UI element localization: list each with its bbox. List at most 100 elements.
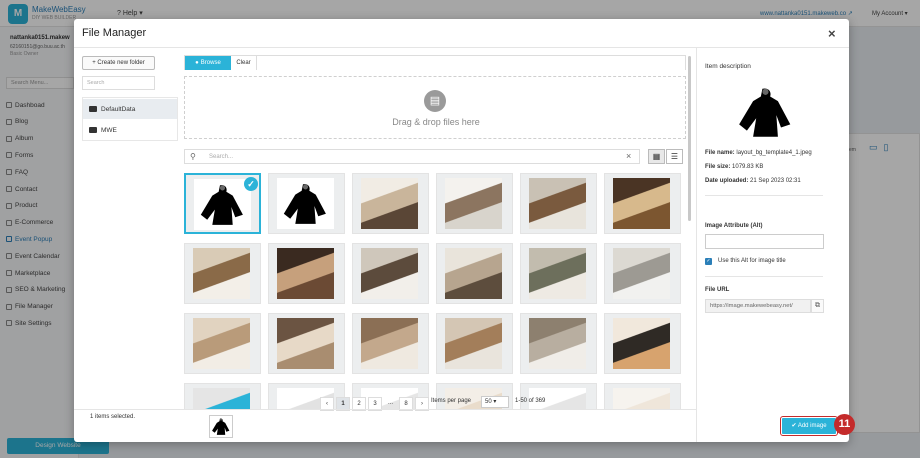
divider — [705, 195, 823, 196]
photo-thumbnail — [445, 318, 502, 369]
add-image-label: Add image — [797, 423, 827, 429]
image-tile[interactable] — [352, 243, 429, 304]
file-name-row: File name: layout_bg_template4_1.jpeg — [705, 150, 812, 156]
file-size-row: File size: 1079.83 KB — [705, 164, 763, 170]
upload-date-value: 21 Sep 2023 02:31 — [750, 178, 801, 184]
folder-search-input[interactable]: Search — [82, 76, 155, 90]
items-per-page-label: Items per page — [431, 398, 472, 404]
photo-thumbnail — [529, 178, 586, 229]
file-url-input[interactable]: https://image.makewebeasy.net/ — [705, 299, 811, 313]
silhouette-image — [194, 179, 251, 230]
create-folder-button[interactable]: + Create new folder — [82, 56, 155, 70]
upload-date-label: Date uploaded: — [705, 178, 749, 184]
folder-label: DefaultData — [101, 105, 136, 113]
items-per-page-value: 50 — [485, 399, 492, 405]
image-grid: ✓ — [184, 173, 689, 409]
image-tile[interactable] — [184, 383, 261, 409]
photo-thumbnail — [361, 248, 418, 299]
divider — [705, 276, 823, 277]
modal-title: File Manager — [82, 27, 147, 39]
file-name-label: File name: — [705, 150, 735, 156]
divider — [74, 47, 849, 48]
image-tile[interactable] — [436, 313, 513, 374]
photo-thumbnail — [277, 248, 334, 299]
close-icon[interactable]: × — [828, 26, 836, 41]
file-search-input[interactable]: ⚲ Search... × — [184, 149, 640, 164]
divider — [696, 48, 697, 442]
alt-label: Image Attribute (Alt) — [705, 223, 763, 229]
photo-thumbnail — [361, 318, 418, 369]
image-tile[interactable]: ✓ — [184, 173, 261, 234]
image-tile[interactable] — [268, 243, 345, 304]
photo-thumbnail — [361, 178, 418, 229]
photo-thumbnail — [277, 318, 334, 369]
dropzone-text: Drag & drop files here — [392, 117, 480, 127]
image-tile[interactable] — [520, 313, 597, 374]
image-tile[interactable] — [604, 313, 681, 374]
photo-thumbnail — [529, 248, 586, 299]
image-tile[interactable] — [352, 313, 429, 374]
check-icon: ✔ — [791, 423, 797, 429]
tab-browse[interactable]: ● Browse — [185, 56, 231, 70]
result-range: 1-50 of 369 — [515, 398, 546, 404]
use-alt-label: Use this Alt for image title — [718, 258, 786, 264]
file-manager-modal: File Manager × + Create new folder Searc… — [74, 19, 855, 442]
upload-tabs: ● Browse Clear — [184, 55, 686, 70]
divider — [74, 409, 696, 410]
folder-list: DefaultData MWE — [82, 97, 178, 141]
selected-count: 1 items selected. — [90, 414, 136, 420]
silhouette-image — [212, 418, 230, 435]
preview-image — [729, 81, 802, 143]
photo-thumbnail — [613, 388, 670, 409]
alt-input[interactable] — [705, 234, 824, 249]
file-icon: ▤ — [424, 90, 446, 112]
file-size-value: 1079.83 KB — [732, 164, 764, 170]
add-image-button[interactable]: ✔ Add image — [780, 416, 838, 436]
upload-date-row: Date uploaded: 21 Sep 2023 02:31 — [705, 178, 801, 184]
image-tile[interactable] — [184, 243, 261, 304]
scrollbar[interactable] — [688, 56, 691, 221]
check-icon: ✓ — [244, 177, 258, 191]
folder-label: MWE — [101, 126, 117, 134]
items-per-page-select[interactable]: 50 ▾ — [481, 396, 509, 408]
photo-thumbnail — [193, 388, 250, 409]
image-tile[interactable] — [604, 243, 681, 304]
image-tile[interactable] — [268, 173, 345, 234]
image-tile[interactable] — [184, 313, 261, 374]
tab-clear[interactable]: Clear — [231, 56, 257, 70]
use-alt-checkbox[interactable]: ✓ — [705, 258, 712, 265]
image-tile[interactable] — [604, 173, 681, 234]
image-tile[interactable] — [268, 313, 345, 374]
list-view-icon[interactable]: ☰ — [666, 149, 683, 164]
folder-icon — [89, 106, 97, 112]
silhouette-image — [739, 88, 791, 137]
silhouette-image — [277, 178, 334, 229]
clear-search-icon[interactable]: × — [626, 151, 631, 161]
photo-thumbnail — [529, 318, 586, 369]
file-url-label: File URL — [705, 287, 730, 293]
photo-thumbnail — [613, 178, 670, 229]
image-tile[interactable] — [520, 383, 597, 409]
folder-item-mwe[interactable]: MWE — [83, 120, 177, 140]
folder-icon — [89, 127, 97, 133]
photo-thumbnail — [445, 248, 502, 299]
folder-item-defaultdata[interactable]: DefaultData — [83, 99, 177, 119]
image-tile[interactable] — [520, 243, 597, 304]
file-size-label: File size: — [705, 164, 731, 170]
image-tile[interactable] — [436, 243, 513, 304]
image-tile[interactable] — [520, 173, 597, 234]
photo-thumbnail — [445, 178, 502, 229]
image-tile[interactable] — [352, 173, 429, 234]
grid-view-icon[interactable]: ▦ — [648, 149, 665, 164]
search-placeholder: Search... — [209, 154, 234, 160]
copy-icon[interactable]: ⧉ — [811, 299, 824, 313]
dropzone[interactable]: ▤ Drag & drop files here — [184, 76, 686, 139]
image-tile[interactable] — [436, 173, 513, 234]
image-tile[interactable] — [604, 383, 681, 409]
selected-thumbnail — [209, 415, 233, 438]
create-folder-label: Create new folder — [97, 60, 145, 66]
step-badge: 11 — [834, 414, 855, 435]
item-description-heading: Item description — [705, 63, 751, 70]
upload-icon: ● — [195, 60, 199, 66]
photo-thumbnail — [193, 318, 250, 369]
